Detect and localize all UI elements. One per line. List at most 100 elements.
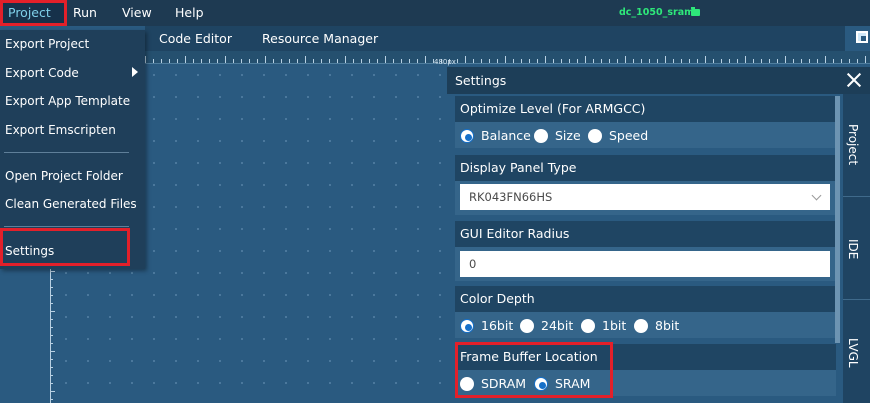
ruler-tick — [545, 56, 546, 63]
menu-view[interactable]: View — [122, 0, 152, 26]
menu-item-export-emscripten[interactable]: Export Emscripten — [5, 123, 116, 137]
ruler-tick — [841, 59, 842, 63]
radio-1bit-label: 1bit — [602, 318, 627, 333]
menu-item-open-project-folder[interactable]: Open Project Folder — [5, 169, 123, 183]
menu-item-clean-generated-files[interactable]: Clean Generated Files — [5, 197, 137, 211]
radio-16bit[interactable] — [460, 319, 474, 333]
radio-1bit[interactable] — [581, 319, 595, 333]
chevron-right-icon — [132, 67, 138, 77]
editor-tab-bar: Code Editor Resource Manager — [145, 26, 845, 51]
ruler-tick — [401, 59, 402, 63]
ruler-tick — [193, 59, 194, 63]
ruler-tick — [761, 59, 762, 63]
menu-item-export-project[interactable]: Export Project — [5, 37, 89, 51]
layout-icon[interactable] — [856, 31, 868, 43]
ruler-tick — [849, 59, 850, 63]
ruler-tick — [457, 59, 458, 63]
side-tab-ide[interactable]: IDE — [843, 197, 870, 300]
ruler-tick — [321, 59, 322, 63]
ruler-tick — [209, 59, 210, 63]
settings-title: Settings — [455, 73, 507, 88]
ruler-tick — [337, 59, 338, 63]
display-panel-section: Display Panel Type RK043FN66HS — [455, 155, 836, 215]
ruler-tick — [681, 59, 682, 63]
ruler-tick — [361, 59, 362, 63]
ruler-tick — [465, 56, 466, 63]
ruler-tick — [561, 59, 562, 63]
ruler-tick — [297, 59, 298, 63]
tab-code-editor[interactable]: Code Editor — [159, 26, 232, 51]
side-tab-lvgl-label: LVGL — [846, 338, 860, 368]
ruler-tick — [617, 59, 618, 63]
ruler-tick — [51, 287, 53, 288]
ruler-tick — [345, 56, 346, 63]
menu-item-export-app-template[interactable]: Export App Template — [5, 94, 130, 108]
ruler-tick — [51, 335, 53, 336]
ruler-tick — [225, 56, 226, 63]
ruler-tick — [473, 59, 474, 63]
ruler-tick — [273, 59, 274, 63]
ruler-tick — [793, 59, 794, 63]
settings-scrollbar[interactable] — [835, 96, 840, 343]
menu-divider — [4, 152, 129, 153]
ruler-tick — [585, 56, 586, 63]
ruler-tick — [817, 59, 818, 63]
radio-size[interactable] — [534, 129, 548, 143]
optimize-level-title: Optimize Level (For ARMGCC) — [455, 96, 836, 122]
ruler-tick — [569, 59, 570, 63]
menu-item-export-code[interactable]: Export Code — [5, 66, 79, 80]
ruler-tick — [51, 383, 53, 384]
ruler-tick — [665, 56, 666, 63]
ruler-tick — [51, 399, 53, 400]
side-tab-project[interactable]: Project — [843, 94, 870, 197]
display-panel-select[interactable]: RK043FN66HS — [460, 184, 830, 210]
radio-8bit-label: 8bit — [655, 318, 680, 333]
ruler-tick — [51, 367, 53, 368]
ruler-tick — [689, 59, 690, 63]
ruler-tick — [265, 56, 266, 63]
gui-radius-title: GUI Editor Radius — [455, 221, 836, 247]
side-tab-lvgl[interactable]: LVGL — [843, 300, 870, 403]
ruler-tick — [289, 59, 290, 63]
radio-16bit-label: 16bit — [481, 318, 514, 333]
radio-24bit[interactable] — [520, 319, 534, 333]
ruler-tick — [51, 303, 53, 304]
ruler-tick — [51, 279, 53, 280]
color-depth-title: Color Depth — [455, 286, 836, 312]
horizontal-ruler — [145, 51, 870, 64]
ruler-tick — [489, 59, 490, 63]
radio-24bit-label: 24bit — [541, 318, 574, 333]
tab-resource-manager[interactable]: Resource Manager — [262, 26, 378, 51]
radio-8bit[interactable] — [634, 319, 648, 333]
optimize-level-section: Optimize Level (For ARMGCC) Balance Size… — [455, 96, 836, 148]
ruler-tick — [353, 59, 354, 63]
menu-bar: Project Run View Help dc_1050_sram — [0, 0, 870, 26]
ruler-tick — [145, 56, 146, 63]
ruler-tick — [713, 59, 714, 63]
menu-run[interactable]: Run — [73, 0, 97, 26]
display-panel-value: RK043FN66HS — [469, 190, 553, 204]
project-title: dc_1050_sram — [619, 7, 695, 18]
ruler-tick — [777, 59, 778, 63]
ruler-tick — [51, 343, 53, 344]
menu-divider — [4, 226, 129, 227]
ruler-tick — [233, 59, 234, 63]
ruler-tick — [497, 59, 498, 63]
ruler-tick — [393, 59, 394, 63]
close-icon[interactable] — [845, 71, 863, 89]
ruler-tick — [537, 59, 538, 63]
radio-speed[interactable] — [588, 129, 602, 143]
ruler-tick — [169, 59, 170, 63]
radio-speed-label: Speed — [609, 128, 649, 143]
ruler-tick — [417, 59, 418, 63]
folder-icon[interactable] — [691, 7, 700, 16]
radio-size-label: Size — [555, 128, 581, 143]
ruler-tick — [305, 56, 306, 63]
ruler-tick — [51, 319, 53, 320]
ruler-tick — [729, 59, 730, 63]
radio-balance[interactable] — [460, 129, 474, 143]
ruler-tick — [529, 59, 530, 63]
ruler-tick — [737, 59, 738, 63]
menu-help[interactable]: Help — [175, 0, 204, 26]
gui-radius-input[interactable]: 0 — [460, 251, 830, 277]
